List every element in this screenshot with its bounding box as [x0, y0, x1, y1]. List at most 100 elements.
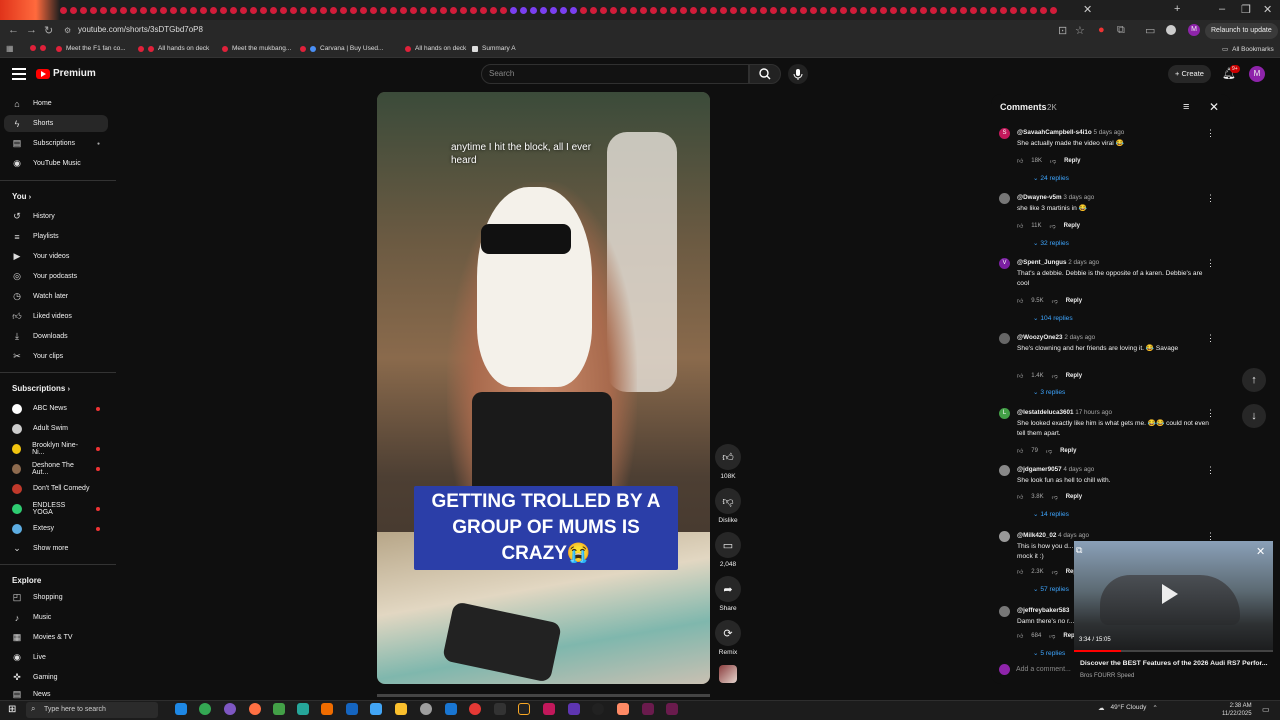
comments-button[interactable]: ▭ 2,048 — [714, 532, 742, 568]
remix-button[interactable]: ⟳ Remix — [714, 620, 742, 656]
sidebar-item-your-videos[interactable]: ▶ Your videos — [4, 248, 108, 265]
comment-author[interactable]: @Spent_Jungus — [1017, 259, 1067, 266]
subscription-channel[interactable]: Deshone The Aut... — [4, 460, 108, 477]
comment-dislike-icon[interactable]: 👎︎ — [1052, 297, 1058, 305]
mini-player-expand-icon[interactable]: ⧉ — [1076, 545, 1082, 556]
bookmark-item[interactable]: Meet the mukbang... — [222, 45, 291, 52]
browser-app-icon[interactable] — [224, 703, 236, 715]
comment-avatar[interactable] — [999, 531, 1010, 542]
download-indicator-icon[interactable] — [1166, 25, 1176, 35]
site-info-icon[interactable]: ⚙ — [64, 26, 71, 35]
comment-dislike-icon[interactable]: 👎︎ — [1049, 632, 1055, 640]
comment-dislike-icon[interactable]: 👎︎ — [1050, 157, 1056, 165]
account-avatar[interactable]: M — [1249, 66, 1265, 82]
comment-reply-button[interactable]: Reply — [1064, 223, 1080, 229]
comment-avatar[interactable] — [999, 465, 1010, 476]
browser-profile-avatar[interactable]: M — [1188, 24, 1200, 36]
sidebar-item-your-podcasts[interactable]: ◎ Your podcasts — [4, 268, 108, 285]
sidebar-item-news[interactable]: ▤ News — [4, 689, 108, 700]
comment-avatar[interactable] — [999, 193, 1010, 204]
create-button[interactable]: + Create — [1168, 65, 1211, 83]
sidebar-item-history[interactable]: ↺ History — [4, 208, 108, 225]
comment-dislike-icon[interactable]: 👎︎ — [1052, 568, 1058, 576]
sidebar-item-subscriptions[interactable]: ▤ Subscriptions ● — [4, 135, 108, 152]
comment-reply-button[interactable]: Reply — [1060, 448, 1076, 454]
sound-thumbnail[interactable] — [719, 665, 737, 683]
new-tab-icon[interactable]: + — [1174, 3, 1180, 15]
voice-search-button[interactable] — [788, 64, 808, 84]
video-progress-bar[interactable] — [377, 694, 710, 697]
view-replies-button[interactable]: ⌄ 57 replies — [1033, 585, 1069, 593]
app-icon[interactable] — [445, 703, 457, 715]
next-short-button[interactable]: ↓ — [1242, 404, 1266, 428]
comment-more-icon[interactable]: ⋮ — [1206, 465, 1215, 476]
relaunch-button[interactable]: Relaunch to update — [1205, 23, 1278, 39]
subscription-channel[interactable]: Extesy — [4, 520, 108, 537]
sidebar-item-music[interactable]: ♪ Music — [4, 609, 108, 626]
back-icon[interactable]: ← — [8, 24, 19, 36]
bookmark-item[interactable]: Summary A — [472, 45, 516, 52]
tab-favicons[interactable] — [60, 5, 1080, 15]
comment-more-icon[interactable]: ⋮ — [1206, 128, 1215, 139]
comment-dislike-icon[interactable]: 👎︎ — [1050, 222, 1056, 230]
active-tab[interactable] — [0, 0, 60, 20]
comment-like-icon[interactable]: 👍︎ — [1017, 568, 1023, 576]
sidebar-item-downloads[interactable]: ⤓ Downloads — [4, 328, 108, 345]
bookmark-item[interactable]: All hands on deck — [405, 45, 466, 52]
comment-more-icon[interactable]: ⋮ — [1206, 193, 1215, 204]
comment-dislike-icon[interactable]: 👎︎ — [1052, 372, 1058, 380]
weather-icon[interactable]: ☁ — [1098, 704, 1105, 712]
app-icon[interactable] — [297, 703, 309, 715]
close-comments-icon[interactable]: ✕ — [1209, 100, 1219, 114]
comment-avatar[interactable] — [999, 606, 1010, 617]
app-icon[interactable] — [273, 703, 285, 715]
comment-more-icon[interactable]: ⋮ — [1206, 408, 1215, 419]
view-replies-button[interactable]: ⌄ 3 replies — [1033, 388, 1065, 396]
settings-gear-icon[interactable] — [420, 703, 432, 715]
bookmark-item[interactable]: Carvana | Buy Used... — [300, 45, 383, 52]
view-replies-button[interactable]: ⌄ 14 replies — [1033, 510, 1069, 518]
reload-icon[interactable]: ↻ — [44, 24, 53, 37]
subscription-channel[interactable]: ABC News — [4, 400, 108, 417]
comment-like-icon[interactable]: 👍︎ — [1017, 372, 1023, 380]
comment-avatar[interactable]: L — [999, 408, 1010, 419]
taskbar-search-input[interactable]: Type here to search — [26, 702, 158, 718]
mini-player-channel[interactable]: Bros FOURR Speed — [1080, 673, 1134, 679]
app-icon[interactable] — [642, 703, 654, 715]
minimize-icon[interactable]: – — [1219, 3, 1225, 15]
forward-icon[interactable]: → — [26, 24, 37, 36]
mini-player-close-icon[interactable]: ✕ — [1256, 545, 1265, 558]
sidebar-item-shorts[interactable]: ϟ Shorts — [4, 115, 108, 132]
url-field[interactable]: youtube.com/shorts/3sDTGbd7oP8 — [78, 25, 203, 34]
extensions-puzzle-icon[interactable]: ⧉ — [1117, 24, 1125, 37]
search-input[interactable] — [481, 64, 749, 84]
comment-like-icon[interactable]: 👍︎ — [1017, 447, 1023, 455]
app-icon[interactable] — [617, 703, 629, 715]
subscription-channel[interactable]: Don't Tell Comedy — [4, 480, 108, 497]
app-icon[interactable] — [370, 703, 382, 715]
windows-start-icon[interactable]: ⊞ — [8, 704, 16, 715]
app-icon[interactable] — [666, 703, 678, 715]
comment-reply-button[interactable]: Reply — [1066, 373, 1082, 379]
view-replies-button[interactable]: ⌄ 24 replies — [1033, 174, 1069, 182]
install-icon[interactable]: ⊡ — [1058, 24, 1067, 37]
comment-dislike-icon[interactable]: 👎︎ — [1052, 493, 1058, 501]
app-icon[interactable] — [568, 703, 580, 715]
bookmark-item[interactable] — [30, 45, 46, 51]
sidebar-item-liked-videos[interactable]: 👍︎ Liked videos — [4, 308, 108, 325]
sidebar-item-youtube-music[interactable]: ◉ YouTube Music — [4, 155, 108, 172]
notification-center-icon[interactable]: ▭ — [1262, 705, 1270, 714]
comment-author[interactable]: @lestatdeluca3601 — [1017, 409, 1074, 416]
subscription-channel[interactable]: Adult Swim — [4, 420, 108, 437]
window-close-icon[interactable]: ✕ — [1263, 3, 1272, 16]
comment-avatar[interactable] — [999, 333, 1010, 344]
like-button[interactable]: 👍︎ 108K — [714, 444, 742, 480]
sidebar-you-header[interactable]: You › — [12, 192, 31, 201]
tray-chevron-icon[interactable]: ⌃ — [1152, 704, 1157, 712]
sidebar-item-playlists[interactable]: ≡ Playlists — [4, 228, 108, 245]
view-replies-button[interactable]: ⌄ 104 replies — [1033, 314, 1073, 322]
bookmark-star-icon[interactable]: ☆ — [1075, 24, 1085, 37]
maximize-icon[interactable]: ❐ — [1241, 3, 1251, 16]
view-replies-button[interactable]: ⌄ 5 replies — [1033, 649, 1065, 657]
file-explorer-icon[interactable] — [395, 703, 407, 715]
